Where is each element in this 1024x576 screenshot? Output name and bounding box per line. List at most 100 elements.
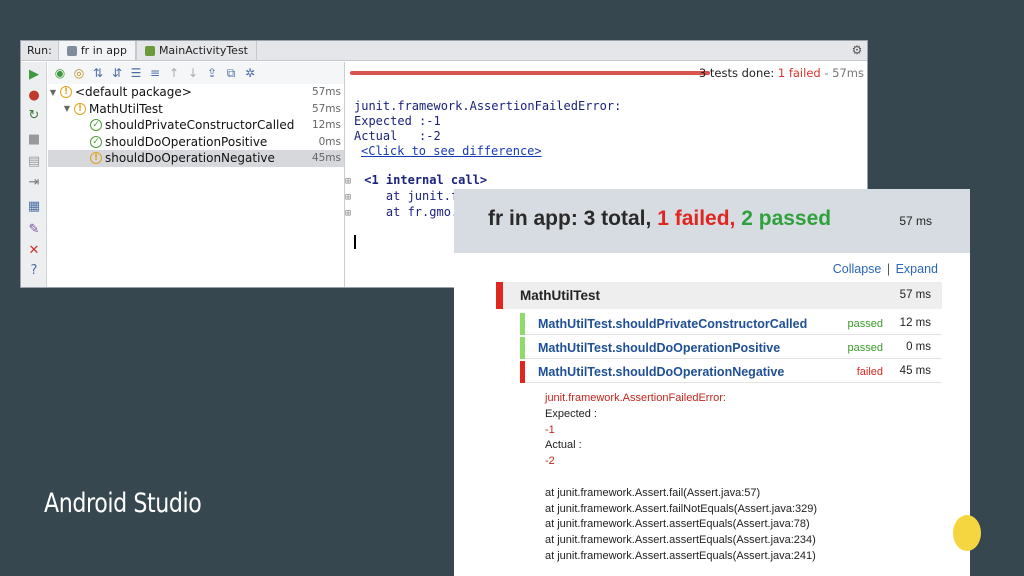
failure-stack-line: at junit.framework.Assert.failNotEquals(… [545, 502, 818, 515]
tree-row[interactable]: ▼ ! <default package> 57ms [48, 84, 344, 101]
click-to-see-difference-link[interactable]: <Click to see difference> [354, 144, 542, 158]
tree-row[interactable]: ▼ ! MathUtilTest 57ms [48, 101, 344, 118]
expand-arrow-icon[interactable]: ▼ [48, 88, 58, 97]
console-line: Expected :-1 [354, 114, 441, 128]
suite-row[interactable]: MathUtilTest 57 ms [496, 282, 942, 309]
failure-error: junit.framework.AssertionFailedError: [545, 392, 726, 404]
warning-status-icon: ! [74, 102, 86, 115]
suite-duration: 57 ms [899, 289, 931, 301]
run-config-icon [66, 45, 77, 56]
test-results-tree: ▼ ! <default package> 57ms ▼ ! MathUtilT… [48, 84, 344, 287]
dump-threads-icon[interactable]: ▤ [26, 154, 42, 170]
tree-row-duration: 57ms [311, 86, 341, 99]
failure-stack-line: at junit.framework.Assert.assertEquals(A… [545, 549, 816, 562]
export-icon[interactable]: ⇪ [204, 65, 220, 81]
tests-done-text: 3 tests done: [698, 66, 775, 80]
toggle-auto-test-icon[interactable]: ↻ [26, 108, 42, 124]
tab-label: MainActivityTest [158, 44, 248, 57]
progress-status-text: 3 tests done: 1 failed - 57ms [699, 66, 864, 80]
stack-line[interactable]: at fr.gmo. [386, 205, 458, 219]
collapse-expand-controls: Collapse | Expand [833, 262, 938, 276]
expand-arrow-icon[interactable]: ▼ [62, 104, 72, 113]
failed-indicator [520, 361, 525, 383]
console-line: Actual :-2 [354, 129, 441, 143]
tree-row[interactable]: ✓ shouldDoOperationPositive 0ms [48, 134, 344, 151]
collapse-link[interactable]: Collapse [833, 262, 882, 276]
passed-indicator [520, 313, 525, 335]
test-case-duration: 12 ms [899, 317, 931, 329]
stop-icon[interactable]: ■ [26, 132, 42, 148]
exit-icon[interactable]: ⇥ [26, 175, 42, 191]
tree-row-label: <default package> [75, 85, 192, 100]
failure-actual-value: -2 [545, 455, 555, 468]
tree-row-label: shouldDoOperationPositive [105, 134, 268, 149]
tab-main-activity-test[interactable]: MainActivityTest [135, 41, 257, 60]
run-label: Run: [27, 44, 52, 57]
report-total-duration: 57 ms [899, 214, 932, 228]
show-passed-icon[interactable]: ◉ [52, 65, 68, 81]
import-icon[interactable]: ⧉ [223, 65, 239, 81]
test-case-name: MathUtilTest.shouldDoOperationPositive [538, 341, 781, 355]
failure-expected-value: -1 [545, 423, 555, 436]
settings-icon[interactable]: ✲ [242, 65, 258, 81]
tree-row-duration: 0ms [318, 135, 341, 148]
report-title-total: fr in app: 3 total, [488, 207, 652, 230]
stack-line[interactable]: at junit.f [386, 189, 458, 203]
report-header: fr in app: 3 total, 1 failed, 2 passed 5… [454, 189, 970, 253]
sort-duration-icon[interactable]: ⇵ [109, 65, 125, 81]
warning-status-icon: ! [90, 152, 102, 165]
test-case-status: passed [847, 342, 883, 354]
tree-row-label: shouldPrivateConstructorCalled [105, 118, 295, 133]
test-case-row[interactable]: MathUtilTest.shouldDoOperationNegative f… [520, 361, 942, 383]
tree-row-duration: 45ms [311, 152, 341, 165]
passed-indicator [520, 337, 525, 359]
failure-stack-line: at junit.framework.Assert.assertEquals(A… [545, 534, 816, 547]
html-test-report: fr in app: 3 total, 1 failed, 2 passed 5… [454, 189, 970, 576]
suite-failed-flag [496, 282, 503, 309]
separator: | [886, 262, 891, 276]
failure-expected-label: Expected : [545, 407, 597, 420]
help-icon[interactable]: ? [26, 263, 42, 279]
fold-plus-icon[interactable]: ⊞ [345, 206, 357, 221]
tests-time-text: - 57ms [824, 66, 864, 80]
tab-fr-in-app[interactable]: fr in app [57, 41, 136, 60]
failure-actual-label: Actual : [545, 439, 582, 452]
show-ignored-icon[interactable]: ◎ [71, 65, 87, 81]
accent-dot [953, 515, 981, 551]
rerun-icon[interactable]: ▶ [26, 67, 42, 83]
tab-label: fr in app [80, 44, 127, 57]
report-title: fr in app: 3 total, 1 failed, 2 passed [488, 207, 831, 231]
test-progress: 3 tests done: 1 failed - 57ms [345, 62, 867, 84]
next-failed-icon[interactable]: ↓ [185, 65, 201, 81]
tree-row-selected[interactable]: ! shouldDoOperationNegative 45ms [48, 150, 344, 167]
report-title-passed: 2 passed [741, 207, 832, 230]
gear-icon[interactable]: ⚙ [847, 41, 867, 60]
report-title-failed: 1 failed, [657, 207, 736, 230]
fold-plus-icon[interactable]: ⊞ [345, 190, 357, 205]
test-case-row[interactable]: MathUtilTest.shouldDoOperationPositive p… [520, 337, 942, 359]
passed-status-icon: ✓ [90, 135, 102, 148]
close-icon[interactable]: ✕ [26, 243, 42, 259]
rerun-failed-icon[interactable]: ● [26, 88, 42, 104]
tests-failed-text: 1 failed [777, 66, 821, 80]
run-tool-bar: Run: fr in app MainActivityTest ⚙ [21, 41, 867, 61]
tree-row-duration: 57ms [311, 102, 341, 115]
tree-row[interactable]: ✓ shouldPrivateConstructorCalled 12ms [48, 117, 344, 134]
layout-icon[interactable]: ▦ [26, 199, 42, 215]
text-cursor [354, 235, 356, 249]
console-line: junit.framework.AssertionFailedError: [354, 99, 622, 113]
expand-link[interactable]: Expand [896, 262, 938, 276]
slide-caption: Android Studio [44, 488, 202, 519]
pin-icon[interactable]: ✎ [26, 222, 42, 238]
collapse-all-icon[interactable]: ≡ [147, 65, 163, 81]
failure-stack-line: at junit.framework.Assert.fail(Assert.ja… [545, 486, 761, 499]
internal-call-text[interactable]: <1 internal call> [364, 173, 487, 187]
test-case-row[interactable]: MathUtilTest.shouldPrivateConstructorCal… [520, 313, 942, 335]
fold-plus-icon[interactable]: ⊞ [345, 174, 357, 189]
expand-all-icon[interactable]: ☰ [128, 65, 144, 81]
test-case-status: failed [856, 366, 883, 378]
sort-alpha-icon[interactable]: ⇅ [90, 65, 106, 81]
run-side-toolbar: ▶ ● ↻ ■ ▤ ⇥ ▦ ✎ ✕ ? [21, 62, 47, 287]
previous-failed-icon[interactable]: ↑ [166, 65, 182, 81]
test-tree-toolbar: ◉ ◎ ⇅ ⇵ ☰ ≡ ↑ ↓ ⇪ ⧉ ✲ [48, 62, 344, 84]
